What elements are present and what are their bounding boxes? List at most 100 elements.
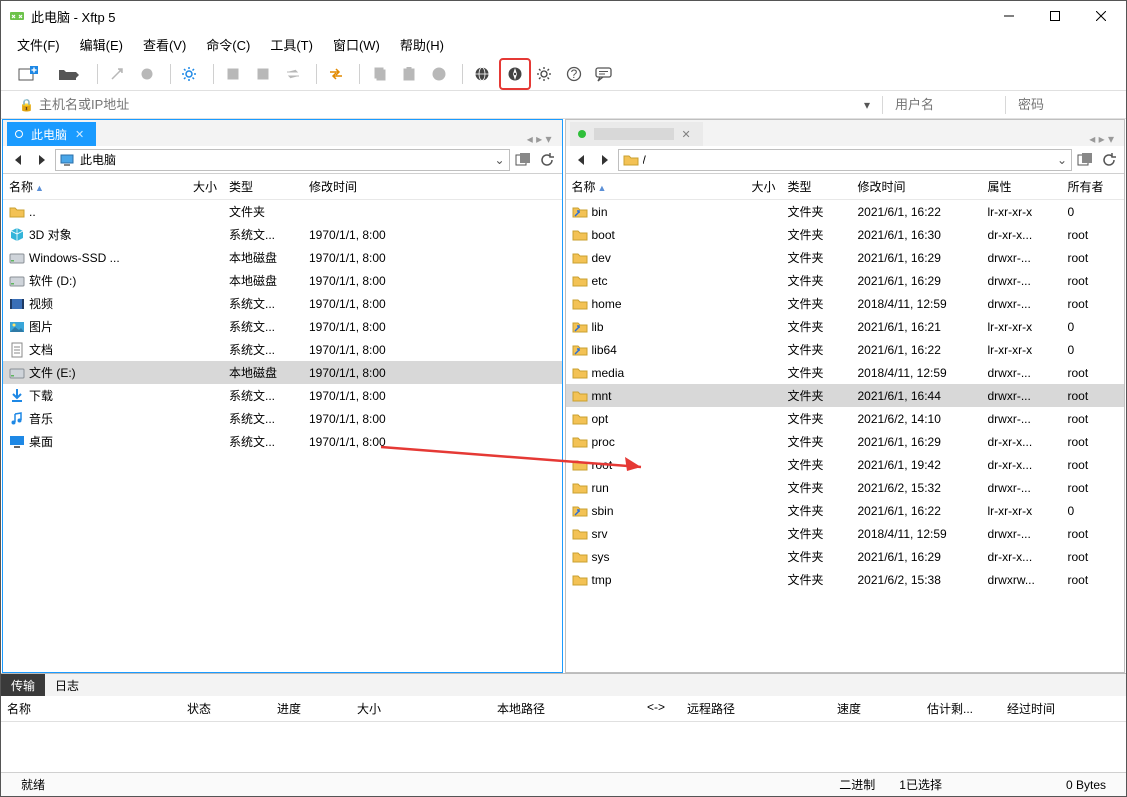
table-row[interactable]: dev文件夹2021/6/1, 16:29drwxr-...root <box>566 246 1125 269</box>
close-button[interactable] <box>1078 1 1124 31</box>
copy-button[interactable] <box>366 61 392 87</box>
download-button[interactable] <box>250 61 276 87</box>
menu-item[interactable]: 查看(V) <box>137 33 192 56</box>
remote-path-input[interactable] <box>643 153 1053 167</box>
table-row[interactable]: sys文件夹2021/6/1, 16:29dr-xr-x...root <box>566 545 1125 568</box>
local-path-input[interactable] <box>80 153 490 167</box>
table-row[interactable]: 音乐系统文...1970/1/1, 8:00 <box>3 407 562 430</box>
column-header[interactable]: 类型 <box>782 174 852 200</box>
table-row[interactable]: 文件 (E:)本地磁盘1970/1/1, 8:00 <box>3 361 562 384</box>
connect-button[interactable] <box>104 61 130 87</box>
column-header[interactable]: 名称▲ <box>566 174 736 200</box>
table-row[interactable]: 文档系统文...1970/1/1, 8:00 <box>3 338 562 361</box>
settings-gear-button[interactable] <box>177 61 203 87</box>
chat-button[interactable] <box>591 61 617 87</box>
column-header[interactable]: 速度 <box>831 696 921 721</box>
table-row[interactable]: lib文件夹2021/6/1, 16:21lr-xr-xr-x0 <box>566 315 1125 338</box>
password-input[interactable] <box>1012 97 1122 112</box>
forward-button[interactable] <box>594 149 616 171</box>
column-header[interactable]: 状态 <box>181 696 271 721</box>
column-header[interactable]: 大小 <box>736 174 782 200</box>
table-row[interactable]: mnt文件夹2021/6/1, 16:44drwxr-...root <box>566 384 1125 407</box>
column-header[interactable]: 进度 <box>271 696 351 721</box>
column-header[interactable]: 名称 <box>1 696 181 721</box>
close-icon[interactable]: ✕ <box>682 128 691 141</box>
menu-item[interactable]: 命令(C) <box>200 33 256 56</box>
table-row[interactable]: 视频系统文...1970/1/1, 8:00 <box>3 292 562 315</box>
table-row[interactable]: root文件夹2021/6/1, 19:42dr-xr-x...root <box>566 453 1125 476</box>
new-window-button[interactable] <box>512 149 534 171</box>
menu-item[interactable]: 编辑(E) <box>74 33 129 56</box>
column-header[interactable]: <-> <box>641 696 681 721</box>
username-input[interactable] <box>889 97 999 112</box>
back-button[interactable] <box>570 149 592 171</box>
menu-item[interactable]: 文件(F) <box>11 33 66 56</box>
table-row[interactable]: opt文件夹2021/6/2, 14:10drwxr-...root <box>566 407 1125 430</box>
close-icon[interactable]: ✕ <box>75 128 84 141</box>
disconnect-button[interactable] <box>134 61 160 87</box>
table-row[interactable]: proc文件夹2021/6/1, 16:29dr-xr-x...root <box>566 430 1125 453</box>
transfer-tab[interactable]: 传输 <box>1 674 45 696</box>
menu-item[interactable]: 帮助(H) <box>394 33 450 56</box>
table-row[interactable]: Windows-SSD ...本地磁盘1970/1/1, 8:00 <box>3 246 562 269</box>
table-row[interactable]: home文件夹2018/4/11, 12:59drwxr-...root <box>566 292 1125 315</box>
options-button[interactable] <box>531 61 557 87</box>
upload-button[interactable] <box>220 61 246 87</box>
menu-item[interactable]: 窗口(W) <box>327 33 386 56</box>
help-button[interactable]: ? <box>561 61 587 87</box>
tab-nav-icons[interactable]: ◂ ▸ ▾ <box>521 132 558 146</box>
remote-filelist[interactable]: 名称▲大小类型修改时间属性所有者 bin文件夹2021/6/1, 16:22lr… <box>566 174 1125 672</box>
minimize-button[interactable] <box>986 1 1032 31</box>
chevron-down-icon[interactable]: ⌄ <box>1057 153 1067 167</box>
host-dropdown-icon[interactable]: ▾ <box>858 98 876 112</box>
column-header[interactable]: 大小 <box>351 696 491 721</box>
menu-item[interactable]: 工具(T) <box>264 33 319 56</box>
forward-button[interactable] <box>31 149 53 171</box>
stop-button[interactable] <box>426 61 452 87</box>
refresh-button[interactable] <box>1098 149 1120 171</box>
tab-nav-icons[interactable]: ◂ ▸ ▾ <box>1083 132 1120 146</box>
new-session-button[interactable] <box>11 61 47 87</box>
open-folder-button[interactable] <box>51 61 87 87</box>
table-row[interactable]: srv文件夹2018/4/11, 12:59drwxr-...root <box>566 522 1125 545</box>
column-header[interactable]: 类型 <box>223 174 303 200</box>
column-header[interactable]: 经过时间 <box>1001 696 1091 721</box>
local-tab[interactable]: 此电脑 ✕ <box>7 122 96 146</box>
globe-button[interactable] <box>469 61 495 87</box>
refresh-button[interactable] <box>536 149 558 171</box>
table-row[interactable]: ..文件夹 <box>3 200 562 224</box>
table-row[interactable]: sbin文件夹2021/6/1, 16:22lr-xr-xr-x0 <box>566 499 1125 522</box>
paste-button[interactable] <box>396 61 422 87</box>
compass-button[interactable] <box>502 61 528 87</box>
table-row[interactable]: 图片系统文...1970/1/1, 8:00 <box>3 315 562 338</box>
column-header[interactable]: 估计剩... <box>921 696 1001 721</box>
local-path-combo[interactable]: ⌄ <box>55 149 510 171</box>
table-row[interactable]: boot文件夹2021/6/1, 16:30dr-xr-x...root <box>566 223 1125 246</box>
column-header[interactable]: 本地路径 <box>491 696 641 721</box>
table-row[interactable]: 桌面系统文...1970/1/1, 8:00 <box>3 430 562 453</box>
table-row[interactable]: lib64文件夹2021/6/1, 16:22lr-xr-xr-x0 <box>566 338 1125 361</box>
table-row[interactable]: bin文件夹2021/6/1, 16:22lr-xr-xr-x0 <box>566 200 1125 224</box>
new-window-button[interactable] <box>1074 149 1096 171</box>
back-button[interactable] <box>7 149 29 171</box>
column-header[interactable]: 修改时间 <box>303 174 562 200</box>
swap-button[interactable] <box>323 61 349 87</box>
transfer-tab[interactable]: 日志 <box>45 674 89 696</box>
column-header[interactable]: 名称▲ <box>3 174 173 200</box>
host-input[interactable] <box>39 97 852 112</box>
table-row[interactable]: tmp文件夹2021/6/2, 15:38drwxrw...root <box>566 568 1125 591</box>
column-header[interactable]: 属性 <box>982 174 1062 200</box>
table-row[interactable]: 3D 对象系统文...1970/1/1, 8:00 <box>3 223 562 246</box>
remote-path-combo[interactable]: ⌄ <box>618 149 1073 171</box>
column-header[interactable]: 所有者 <box>1062 174 1125 200</box>
sync-direction-button[interactable] <box>280 61 306 87</box>
local-filelist[interactable]: 名称▲大小类型修改时间 ..文件夹3D 对象系统文...1970/1/1, 8:… <box>3 174 562 672</box>
table-row[interactable]: run文件夹2021/6/2, 15:32drwxr-...root <box>566 476 1125 499</box>
table-row[interactable]: 软件 (D:)本地磁盘1970/1/1, 8:00 <box>3 269 562 292</box>
table-row[interactable]: 下载系统文...1970/1/1, 8:00 <box>3 384 562 407</box>
remote-tab[interactable]: ✕ <box>570 122 703 146</box>
column-header[interactable]: 修改时间 <box>852 174 982 200</box>
maximize-button[interactable] <box>1032 1 1078 31</box>
table-row[interactable]: media文件夹2018/4/11, 12:59drwxr-...root <box>566 361 1125 384</box>
column-header[interactable]: 远程路径 <box>681 696 831 721</box>
